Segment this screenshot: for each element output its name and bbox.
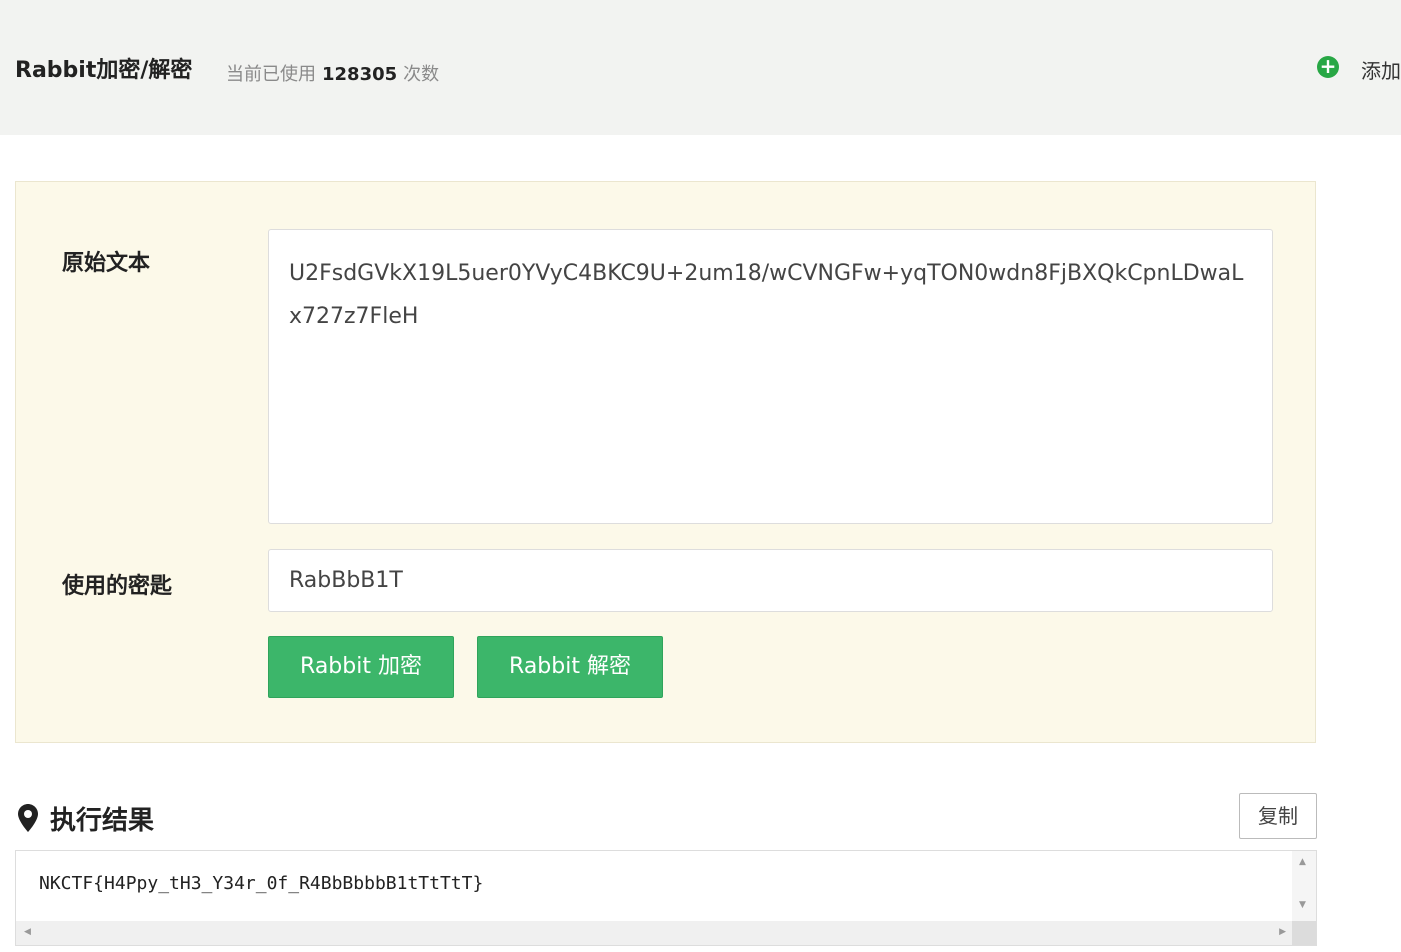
scroll-down-icon[interactable]: ▼ (1299, 900, 1306, 910)
input-panel: 原始文本 U2FsdGVkX19L5uer0YVyC4BKC9U+2um18/w… (15, 181, 1316, 743)
top-header: Rabbit加密/解密 当前已使用 128305 次数 + 添加 (0, 0, 1401, 135)
result-heading: 执行结果 (18, 800, 154, 839)
scroll-up-icon[interactable]: ▲ (1299, 857, 1306, 867)
key-input[interactable]: RabBbB1T (268, 549, 1273, 612)
usage-suffix: 次数 (403, 64, 440, 85)
plus-circle-icon[interactable]: + (1317, 56, 1339, 78)
add-link[interactable]: 添加 (1361, 55, 1401, 84)
scroll-left-icon[interactable]: ◀ (24, 927, 31, 937)
usage-counter: 当前已使用 128305 次数 (226, 60, 439, 86)
scroll-right-icon[interactable]: ▶ (1279, 927, 1286, 937)
copy-button[interactable]: 复制 (1239, 793, 1317, 839)
result-output-box[interactable]: NKCTF{H4Ppy_tH3_Y34r_0f_R4BbBbbbB1tTtTtT… (15, 850, 1317, 946)
encrypt-button[interactable]: Rabbit 加密 (268, 636, 454, 698)
horizontal-scrollbar[interactable]: ◀ ▶ (16, 921, 1292, 945)
map-pin-icon (18, 804, 38, 839)
decrypt-button[interactable]: Rabbit 解密 (477, 636, 663, 698)
usage-prefix: 当前已使用 (226, 64, 316, 85)
result-title-text: 执行结果 (50, 806, 155, 836)
vertical-scrollbar[interactable]: ▲ ▼ (1292, 851, 1316, 921)
source-text-label: 原始文本 (62, 251, 151, 276)
scrollbar-corner (1292, 921, 1316, 945)
key-label: 使用的密匙 (62, 574, 173, 599)
usage-count: 128305 (322, 64, 398, 85)
source-textarea[interactable]: U2FsdGVkX19L5uer0YVyC4BKC9U+2um18/wCVNGF… (268, 229, 1273, 524)
page-title: Rabbit加密/解密 (15, 58, 193, 83)
result-output: NKCTF{H4Ppy_tH3_Y34r_0f_R4BbBbbbB1tTtTtT… (39, 873, 484, 894)
